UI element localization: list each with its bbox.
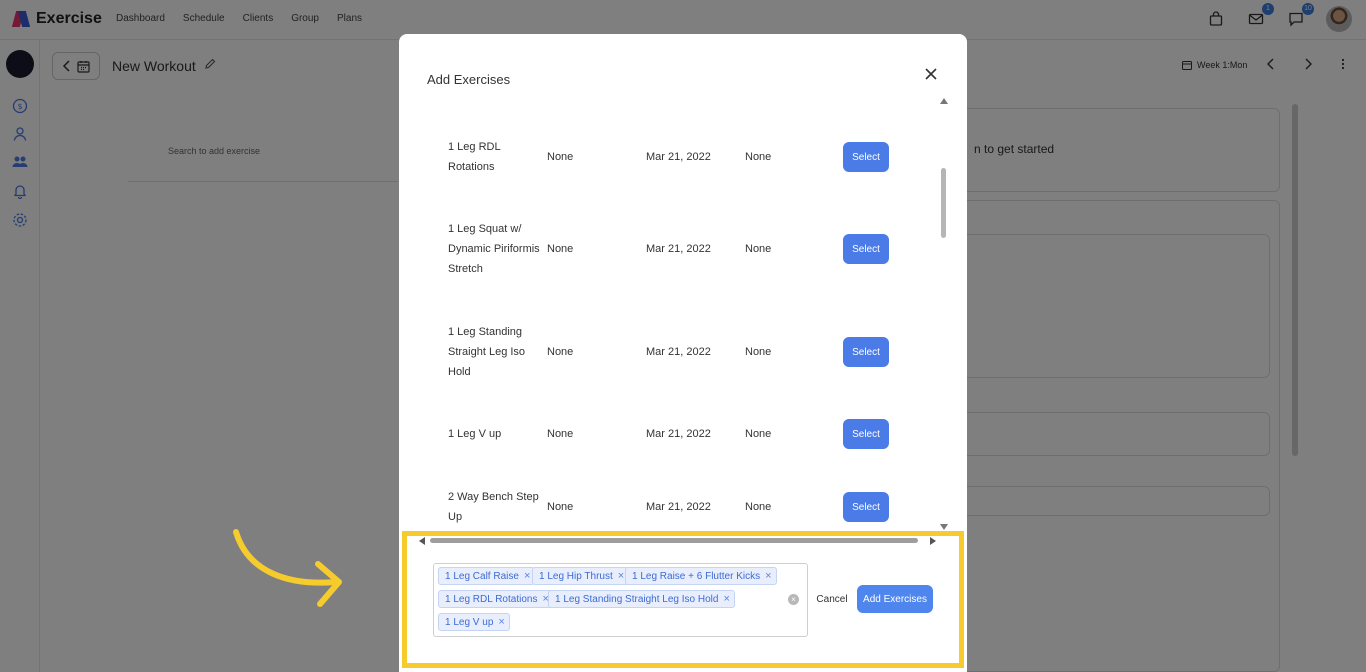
selected-tag: 1 Leg RDL Rotations × — [438, 590, 554, 608]
selected-tag: 1 Leg Raise + 6 Flutter Kicks × — [625, 567, 777, 585]
exercise-row: 1 Leg RDL Rotations None Mar 21, 2022 No… — [448, 137, 898, 177]
exercise-col4: None — [745, 501, 772, 513]
close-icon — [925, 68, 937, 80]
pointer-arrow-icon — [233, 529, 342, 607]
exercise-col2: None — [547, 346, 574, 358]
selected-tag: 1 Leg Hip Thrust × — [532, 567, 630, 585]
exercise-row: 1 Leg Squat w/ Dynamic Piriformis Stretc… — [448, 219, 898, 279]
tag-label: 1 Leg Raise + 6 Flutter Kicks — [632, 570, 761, 582]
exercise-col4: None — [745, 346, 772, 358]
selected-tag: 1 Leg Standing Straight Leg Iso Hold × — [548, 590, 735, 608]
remove-tag-icon[interactable]: × — [498, 616, 504, 628]
select-button[interactable]: Select — [843, 337, 889, 367]
close-button[interactable] — [921, 64, 941, 84]
select-button[interactable]: Select — [843, 142, 889, 172]
exercise-name: 1 Leg Squat w/ Dynamic Piriformis Stretc… — [448, 223, 540, 275]
remove-tag-icon[interactable]: × — [618, 570, 624, 582]
exercise-date: Mar 21, 2022 — [646, 428, 711, 440]
exercise-col4: None — [745, 151, 772, 163]
exercise-row: 1 Leg V up None Mar 21, 2022 None Select — [448, 419, 898, 449]
exercise-date: Mar 21, 2022 — [646, 151, 711, 163]
select-button[interactable]: Select — [843, 419, 889, 449]
exercise-date: Mar 21, 2022 — [646, 346, 711, 358]
clear-all-icon[interactable]: × — [788, 594, 799, 605]
add-exercises-button[interactable]: Add Exercises — [857, 585, 933, 613]
exercise-row: 1 Leg Standing Straight Leg Iso Hold Non… — [448, 322, 898, 382]
tag-label: 1 Leg Hip Thrust — [539, 570, 613, 582]
exercise-name: 1 Leg Standing Straight Leg Iso Hold — [448, 326, 526, 378]
scroll-left-icon[interactable] — [419, 537, 425, 545]
scroll-down-icon[interactable] — [940, 524, 948, 530]
exercise-date: Mar 21, 2022 — [646, 243, 711, 255]
remove-tag-icon[interactable]: × — [723, 593, 729, 605]
exercise-col4: None — [745, 243, 772, 255]
tag-label: 1 Leg Standing Straight Leg Iso Hold — [555, 593, 719, 605]
scroll-up-icon[interactable] — [940, 98, 948, 104]
exercise-col2: None — [547, 151, 574, 163]
exercise-col2: None — [547, 428, 574, 440]
exercise-name: 1 Leg V up — [448, 428, 502, 440]
scroll-right-icon[interactable] — [930, 537, 936, 545]
modal-title: Add Exercises — [427, 72, 511, 87]
remove-tag-icon[interactable]: × — [524, 570, 530, 582]
selected-tag: 1 Leg Calf Raise × — [438, 567, 536, 585]
selected-tag: 1 Leg V up × — [438, 613, 510, 631]
select-button[interactable]: Select — [843, 234, 889, 264]
select-button[interactable]: Select — [843, 492, 889, 522]
exercise-date: Mar 21, 2022 — [646, 501, 711, 513]
remove-tag-icon[interactable]: × — [765, 570, 771, 582]
cancel-button[interactable]: Cancel — [812, 590, 852, 608]
tag-label: 1 Leg V up — [445, 616, 494, 628]
exercise-name: 1 Leg RDL Rotations — [448, 141, 501, 173]
tag-label: 1 Leg Calf Raise — [445, 570, 519, 582]
exercise-col2: None — [547, 243, 574, 255]
exercise-col2: None — [547, 501, 574, 513]
horizontal-scrollbar[interactable] — [430, 538, 918, 543]
exercise-col4: None — [745, 428, 772, 440]
tag-label: 1 Leg RDL Rotations — [445, 593, 538, 605]
exercise-name: 2 Way Bench Step Up — [448, 491, 539, 523]
list-scrollbar-thumb[interactable] — [941, 168, 946, 238]
exercise-row: 2 Way Bench Step Up None Mar 21, 2022 No… — [448, 487, 898, 527]
